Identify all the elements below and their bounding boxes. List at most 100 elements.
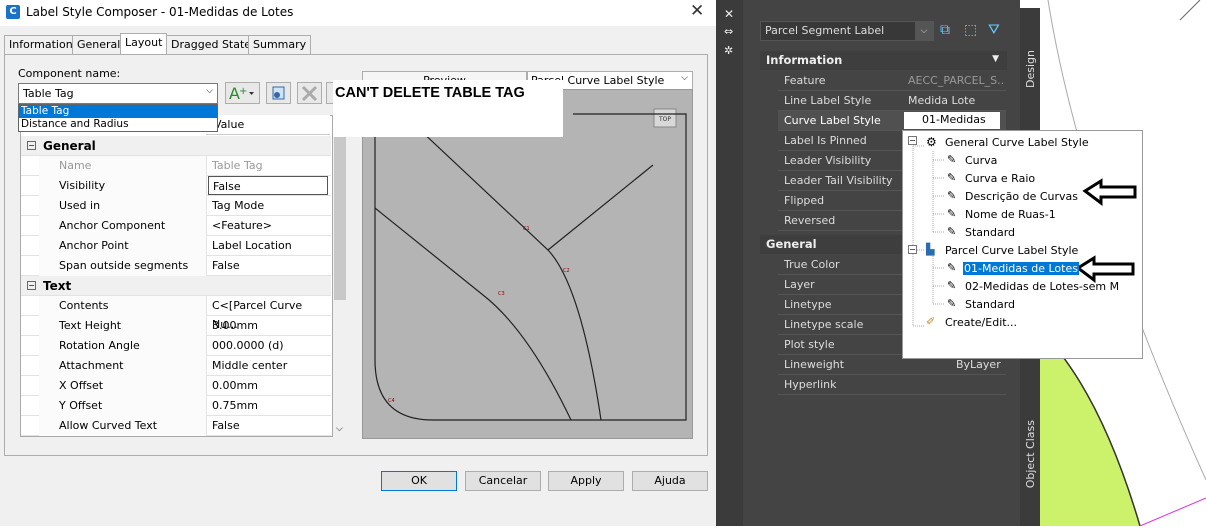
property-name: Curve Label Style	[784, 114, 881, 127]
collapse-icon[interactable]: −	[27, 281, 36, 290]
create-edit-item[interactable]: Create/Edit...	[945, 316, 1017, 329]
collapse-icon[interactable]: −	[27, 141, 36, 150]
pin-icon[interactable]: ⇔	[724, 25, 733, 38]
property-value[interactable]: False	[208, 416, 328, 436]
table-row[interactable]: Attachment Middle center	[21, 356, 331, 376]
gear-icon[interactable]: ✲	[724, 44, 733, 57]
tree-item[interactable]: Standard	[965, 226, 1015, 239]
style-icon: ✎	[947, 279, 957, 292]
tree-item[interactable]: Nome de Ruas-1	[965, 208, 1056, 221]
tab-design[interactable]: Design	[1024, 50, 1037, 88]
property-name: Anchor Component	[39, 216, 207, 236]
select-objects-icon[interactable]: ⬚	[964, 22, 977, 38]
dropdown-option-distance-radius[interactable]: Distance and Radius	[19, 118, 217, 131]
property-name: Layer	[784, 278, 815, 291]
add-component-button[interactable]: A +	[225, 82, 260, 104]
table-row[interactable]: Allow Curved Text False	[21, 416, 331, 436]
palette-control-strip: ✕ ⇔ ✲	[716, 0, 743, 526]
category-label: Information	[766, 53, 843, 67]
table-row[interactable]: Feature AECC_PARCEL_S...	[778, 71, 1006, 91]
collapse-icon[interactable]: −	[908, 245, 917, 254]
table-row[interactable]: Text Height 3.00mm	[21, 316, 331, 336]
property-value[interactable]: <Feature>	[208, 216, 328, 236]
table-row[interactable]: Used in Tag Mode	[21, 196, 331, 216]
chevron-down-icon: ⌵	[681, 73, 688, 83]
object-type-value: Parcel Segment Label	[765, 24, 885, 37]
component-name-combo[interactable]: Table Tag ⌵	[18, 83, 218, 104]
scrollbar-thumb[interactable]	[334, 125, 346, 300]
tree-item[interactable]: Standard	[965, 298, 1015, 311]
property-value[interactable]: Tag Mode	[208, 196, 328, 216]
property-name: Reversed	[784, 214, 836, 227]
property-name: Allow Curved Text	[39, 416, 207, 436]
category-text[interactable]: − Text	[21, 276, 331, 296]
table-row[interactable]: X Offset 0.00mm	[21, 376, 331, 396]
table-row[interactable]: Span outside segments False	[21, 256, 331, 276]
property-name: X Offset	[39, 376, 207, 396]
ok-button[interactable]: OK	[381, 471, 457, 491]
delete-component-button[interactable]	[297, 82, 322, 104]
tab-object-class[interactable]: Object Class	[1024, 420, 1037, 488]
preview-canvas[interactable]: TOP C1 C2 C3 C4	[362, 89, 693, 439]
tree-group-parcel-curve[interactable]: Parcel Curve Label Style	[945, 244, 1078, 257]
folder-style-icon: ▙	[926, 243, 935, 256]
table-row[interactable]: Hyperlink	[778, 375, 1006, 395]
table-row[interactable]: Anchor Point Label Location	[21, 236, 331, 256]
cancel-button[interactable]: Cancelar	[465, 471, 541, 491]
collapse-icon[interactable]: ▼	[992, 54, 999, 64]
copy-component-button[interactable]	[266, 82, 291, 104]
tab-summary[interactable]: Summary	[248, 35, 312, 54]
dropdown-option-table-tag[interactable]: Table Tag	[19, 105, 217, 118]
close-icon[interactable]: ✕	[690, 1, 704, 21]
property-value[interactable]: Middle center	[208, 356, 328, 376]
toggle-pickadd-icon[interactable]: ⧉	[940, 22, 950, 38]
quick-select-icon[interactable]: ⛛	[988, 22, 1000, 38]
combo-value: Table Tag	[23, 87, 74, 100]
tree-item-selected[interactable]: 01-Medidas de Lotes	[963, 262, 1079, 275]
tree-group-general-curve[interactable]: General Curve Label Style	[945, 136, 1089, 149]
tab-layout[interactable]: Layout	[120, 33, 168, 55]
table-row[interactable]: Line Label Style Medida Lote	[778, 91, 1006, 111]
property-value[interactable]: 0.75mm	[208, 396, 328, 416]
tree-item[interactable]: Curva	[965, 154, 997, 167]
table-row[interactable]: Contents C<[Parcel Curve Nu...	[21, 296, 331, 331]
tree-item[interactable]: Curva e Raio	[965, 172, 1035, 185]
property-value[interactable]: Label Location	[208, 236, 328, 256]
scroll-down-icon[interactable]: ⌵	[336, 424, 343, 434]
delete-x-icon	[301, 85, 318, 102]
collapse-icon[interactable]: −	[908, 136, 917, 145]
property-value[interactable]: False	[208, 176, 328, 195]
svg-text:C2: C2	[563, 268, 570, 274]
table-row[interactable]: Curve Label Style 01-Medidas	[778, 111, 1006, 131]
style-icon: ✎	[947, 207, 957, 220]
property-value[interactable]: False	[208, 256, 328, 276]
category-information[interactable]: Information ▼	[760, 51, 1007, 70]
annotation-callout: CAN'T DELETE TABLE TAG	[333, 80, 563, 137]
table-row[interactable]: Anchor Component <Feature>	[21, 216, 331, 236]
property-value[interactable]: 3.00mm	[208, 316, 328, 336]
tab-dragged-state[interactable]: Dragged State	[166, 35, 257, 54]
property-value[interactable]: Medida Lote	[908, 94, 1005, 107]
table-row[interactable]: Name Table Tag	[21, 156, 331, 176]
property-name: Linetype	[784, 298, 832, 311]
tree-item[interactable]: 02-Medidas de Lotes-sem M	[965, 280, 1119, 293]
category-label: Text	[43, 279, 72, 293]
table-row[interactable]: Rotation Angle 000.0000 (d)	[21, 336, 331, 356]
tree-item[interactable]: Descrição de Curvas	[965, 190, 1078, 203]
table-row[interactable]: Y Offset 0.75mm	[21, 396, 331, 416]
apply-button[interactable]: Apply	[548, 471, 624, 491]
property-value[interactable]: C<[Parcel Curve Nu...	[208, 296, 328, 331]
svg-text:C4: C4	[388, 398, 395, 404]
property-value[interactable]: 0.00mm	[208, 376, 328, 396]
curve-label-style-combo[interactable]: 01-Medidas	[904, 112, 1000, 129]
table-row[interactable]: Visibility False	[21, 176, 331, 196]
object-type-combo[interactable]: Parcel Segment Label ⌵	[760, 21, 934, 41]
close-icon[interactable]: ✕	[724, 7, 734, 21]
property-value[interactable]: 000.0000 (d)	[208, 336, 328, 356]
help-button[interactable]: Ajuda	[632, 471, 708, 491]
category-general[interactable]: − General	[21, 136, 331, 156]
property-name: Span outside segments	[39, 256, 207, 276]
tab-general[interactable]: General	[72, 35, 126, 54]
property-name: Flipped	[784, 194, 825, 207]
tab-information[interactable]: Information	[4, 35, 78, 54]
